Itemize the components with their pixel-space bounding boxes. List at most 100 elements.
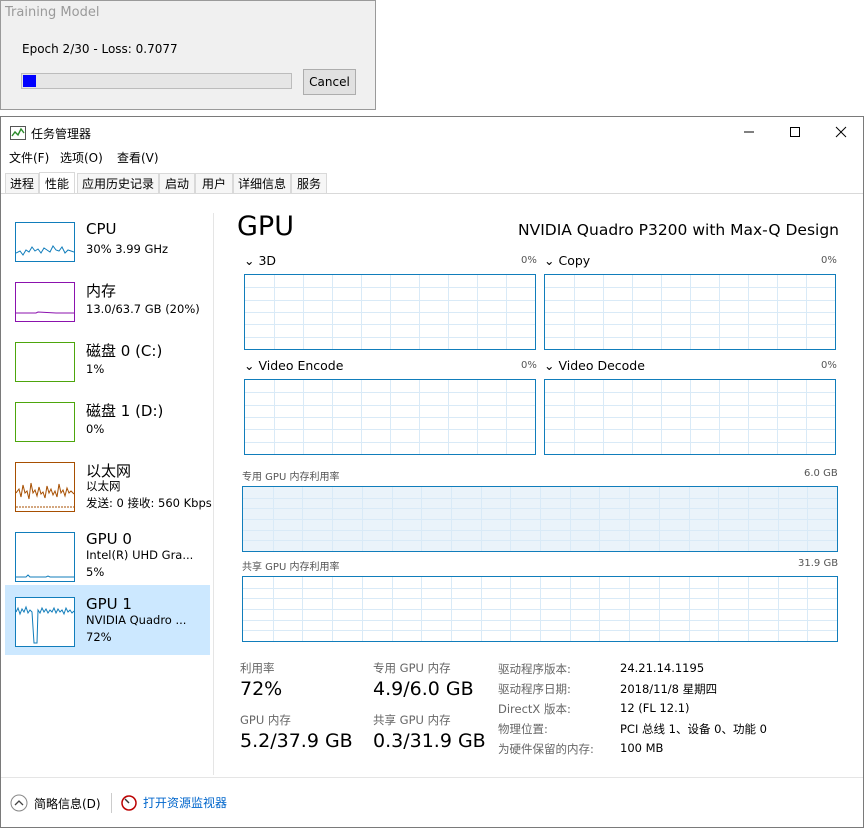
engine-decode-selector[interactable]: ⌄ Video Decode [544,358,645,373]
gpu-model-name: NVIDIA Quadro P3200 with Max-Q Design [518,221,839,239]
epoch-status: Epoch 2/30 - Loss: 0.7077 [22,42,178,56]
sidebar-item-gpu-1[interactable]: GPU 1 NVIDIA Quadro ... 72% [5,585,210,655]
graph-grid [545,380,835,454]
directx-version-label: DirectX 版本: [498,702,571,716]
chevron-down-icon: ⌄ [544,358,555,373]
engine-copy-selector[interactable]: ⌄ Copy [544,253,590,268]
menu-options[interactable]: 选项(O) [60,149,103,166]
close-icon [835,126,847,138]
engine-encode-pct: 0% [521,360,537,371]
open-resource-monitor-link[interactable]: 打开资源监视器 [121,794,227,811]
chevron-down-icon: ⌄ [244,253,255,268]
directx-version-value: 12 (FL 12.1) [620,701,690,715]
sidebar-gpu1-name: GPU 1 [86,595,132,613]
physical-location-value: PCI 总线 1、设备 0、功能 0 [620,722,767,736]
menu-view[interactable]: 查看(V) [117,149,159,166]
engine-decode-graph [544,379,836,455]
sidebar-ethernet-detail: 以太网 [86,479,121,493]
engine-3d-selector[interactable]: ⌄ 3D [244,253,276,268]
sidebar-cpu-detail: 30% 3.99 GHz [86,242,169,256]
gpu-memory-stat-label: GPU 内存 [240,713,291,727]
dedicated-memory-stat-value: 4.9/6.0 GB [373,678,474,700]
engine-encode-graph [244,379,536,455]
chevron-down-icon: ⌄ [244,358,255,373]
sidebar-ethernet-throughput: 发送: 0 接收: 560 Kbps [86,496,212,510]
graph-grid [243,487,837,551]
fewer-details-button[interactable]: 简略信息(D) [10,794,101,812]
engine-3d-label: 3D [258,253,277,268]
ethernet-thumbnail [15,462,75,512]
sidebar-memory-name: 内存 [86,282,117,300]
progress-fill [23,75,36,87]
utilization-value: 72% [240,678,283,700]
gpu-heading: GPU [237,211,294,242]
reserved-memory-value: 100 MB [620,741,664,755]
reserved-memory-label: 为硬件保留的内存: [498,742,594,756]
engine-decode-pct: 0% [821,360,837,371]
driver-version-label: 驱动程序版本: [498,662,571,676]
maximize-button[interactable] [784,121,806,143]
driver-version-value: 24.21.14.1195 [620,661,705,675]
tab-services[interactable]: 服务 [291,173,327,193]
shared-memory-graph [242,576,838,642]
open-resource-monitor-label: 打开资源监视器 [143,796,228,810]
sidebar-gpu1-usage: 72% [86,630,112,644]
tab-startup[interactable]: 启动 [159,173,195,193]
footer-separator [111,793,112,813]
tab-app-history[interactable]: 应用历史记录 [77,173,159,193]
tab-details[interactable]: 详细信息 [233,173,291,193]
shared-memory-label: 共享 GPU 内存利用率 [242,562,340,573]
dedicated-memory-stat-label: 专用 GPU 内存 [373,661,451,675]
maximize-icon [790,127,800,137]
chevron-up-icon [10,794,28,812]
sidebar-gpu0-name: GPU 0 [86,530,132,548]
close-button[interactable] [830,121,852,143]
shared-memory-max: 31.9 GB [798,558,839,569]
training-progress-bar [21,73,292,89]
tab-processes[interactable]: 进程 [5,173,39,193]
engine-3d-graph [244,274,536,350]
dedicated-memory-graph [242,486,838,552]
sidebar-memory-detail: 13.0/63.7 GB (20%) [86,302,200,316]
engine-copy-label: Copy [558,253,591,268]
tab-users[interactable]: 用户 [195,173,233,193]
dedicated-memory-grid [243,487,837,551]
sidebar-disk1-name: 磁盘 1 (D:) [86,402,164,420]
shared-memory-stat-value: 0.3/31.9 GB [373,730,486,752]
graph-grid [545,275,835,349]
engine-3d-pct: 0% [521,255,537,266]
graph-grid [243,577,837,641]
performance-sidebar: CPU 30% 3.99 GHz 内存 13.0/63.7 GB (20%) 磁… [1,194,213,774]
tab-performance[interactable]: 性能 [39,172,75,193]
gpu-memory-stat-value: 5.2/37.9 GB [240,730,353,752]
engine-encode-label: Video Encode [258,358,344,373]
sidebar-gpu0-model: Intel(R) UHD Gra... [86,548,194,562]
window-title: 任务管理器 [31,127,92,141]
task-manager-icon [10,126,26,140]
driver-date-label: 驱动程序日期: [498,682,571,696]
footer-divider [1,777,863,778]
sidebar-item-ethernet[interactable]: 以太网 以太网 发送: 0 接收: 560 Kbps [5,450,212,520]
sidebar-item-gpu-0[interactable]: GPU 0 Intel(R) UHD Gra... 5% [5,520,210,590]
physical-location-label: 物理位置: [498,722,548,736]
sidebar-gpu1-model: NVIDIA Quadro ... [86,613,187,627]
resource-monitor-icon [121,794,137,811]
sidebar-disk1-detail: 0% [86,422,105,436]
dedicated-memory-max: 6.0 GB [804,468,838,479]
driver-date-value: 2018/11/8 星期四 [620,682,718,696]
engine-encode-selector[interactable]: ⌄ Video Encode [244,358,343,373]
fewer-details-label: 简略信息(D) [34,796,101,811]
cancel-button[interactable]: Cancel [303,69,356,95]
engine-copy-graph [544,274,836,350]
dedicated-memory-label: 专用 GPU 内存利用率 [242,472,340,483]
dialog-title: Training Model [5,5,100,20]
shared-memory-stat-label: 共享 GPU 内存 [373,713,451,727]
graph-grid [245,275,535,349]
sidebar-divider [213,213,214,775]
minimize-button[interactable] [738,121,760,143]
menu-file[interactable]: 文件(F) [9,149,49,166]
gpu1-thumbnail [15,597,75,647]
disk0-thumbnail [15,342,75,382]
disk1-thumbnail [15,402,75,442]
sidebar-cpu-name: CPU [86,220,117,238]
